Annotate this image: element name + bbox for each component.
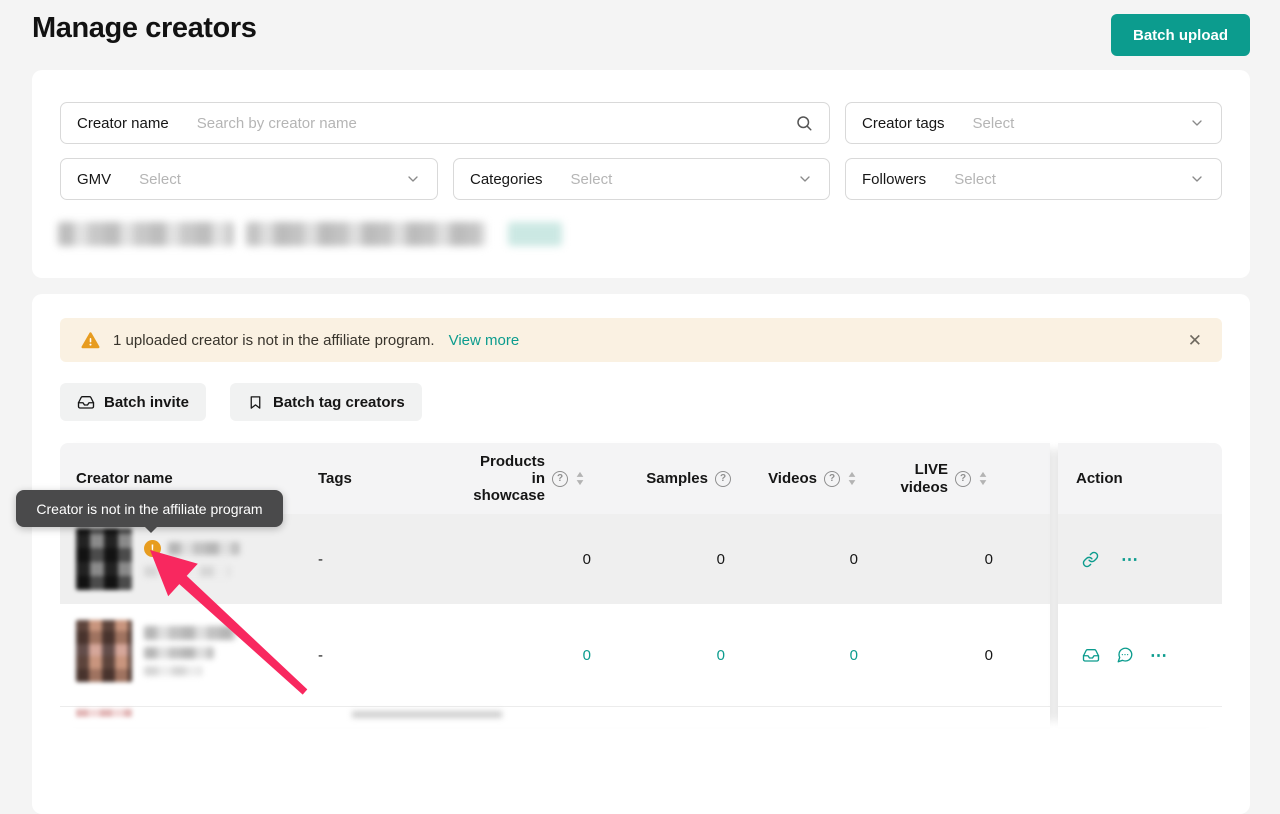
creator-tags-select[interactable]: Creator tags Select	[845, 102, 1222, 144]
redacted-creator-name	[144, 647, 214, 659]
invite-inbox-icon	[77, 393, 95, 411]
chevron-down-icon	[405, 171, 421, 187]
tooltip-text: Creator is not in the affiliate program	[36, 501, 262, 517]
redacted-creator-name	[144, 626, 236, 640]
close-icon[interactable]: ✕	[1188, 332, 1202, 349]
redacted-filter-chip	[246, 222, 486, 246]
not-in-affiliate-warning-icon[interactable]: !	[144, 540, 161, 557]
creators-table-card: 1 uploaded creator is not in the affilia…	[32, 294, 1250, 814]
categories-select[interactable]: Categories Select	[453, 158, 830, 200]
sort-icon[interactable]	[575, 470, 585, 487]
column-header-live-videos[interactable]: LIVE videos ?	[877, 461, 1050, 496]
categories-placeholder: Select	[571, 171, 613, 188]
filters-card: Creator name Creator tags Select GMV Sel…	[32, 70, 1250, 278]
copy-link-icon[interactable]	[1082, 551, 1099, 568]
videos-cell[interactable]: 0	[737, 647, 877, 664]
warning-banner: 1 uploaded creator is not in the affilia…	[60, 318, 1222, 362]
column-header-videos[interactable]: Videos ?	[737, 470, 877, 487]
tags-cell: -	[318, 551, 425, 568]
help-icon[interactable]: ?	[824, 471, 840, 487]
view-more-link[interactable]: View more	[449, 332, 520, 349]
avatar	[76, 620, 132, 682]
warning-triangle-icon	[80, 330, 101, 351]
redacted-creator-handle	[144, 566, 230, 577]
samples-cell[interactable]: 0	[595, 647, 737, 664]
table-row[interactable]: - 0 0 0 0	[60, 604, 1050, 707]
chevron-down-icon	[797, 171, 813, 187]
live-videos-cell: 0	[877, 551, 1050, 568]
action-cell: ⋯	[1058, 604, 1222, 707]
table-row-partial	[60, 707, 1050, 727]
banner-message: 1 uploaded creator is not in the affilia…	[113, 332, 435, 349]
redacted-creator-handle	[144, 666, 202, 676]
tags-cell: -	[318, 647, 425, 664]
creator-tags-placeholder: Select	[973, 115, 1015, 132]
batch-invite-button[interactable]: Batch invite	[60, 383, 206, 421]
sort-icon[interactable]	[978, 470, 988, 487]
column-header-creator-name: Creator name	[60, 470, 318, 487]
tooltip: Creator is not in the affiliate program	[16, 490, 283, 527]
videos-cell: 0	[737, 551, 877, 568]
sort-icon[interactable]	[847, 470, 857, 487]
creator-name-label: Creator name	[77, 115, 169, 132]
chevron-down-icon	[1189, 171, 1205, 187]
column-header-tags: Tags	[318, 470, 425, 487]
products-cell[interactable]: 0	[425, 647, 595, 664]
followers-placeholder: Select	[954, 171, 996, 188]
gmv-select[interactable]: GMV Select	[60, 158, 438, 200]
fixed-column-gap	[1050, 443, 1058, 727]
gmv-placeholder: Select	[139, 171, 181, 188]
help-icon[interactable]: ?	[552, 471, 568, 487]
column-header-samples[interactable]: Samples ?	[595, 470, 737, 487]
table-row[interactable]: ! - 0 0 0 0	[60, 514, 1050, 604]
avatar	[76, 709, 132, 717]
avatar	[76, 528, 132, 590]
batch-tag-creators-button[interactable]: Batch tag creators	[230, 383, 422, 421]
creator-tags-label: Creator tags	[862, 115, 945, 132]
followers-select[interactable]: Followers Select	[845, 158, 1222, 200]
help-icon[interactable]: ?	[955, 471, 971, 487]
action-cell: ⋯	[1058, 514, 1222, 604]
more-actions-icon[interactable]: ⋯	[1121, 551, 1139, 568]
redacted-filter-chip	[58, 222, 234, 246]
batch-upload-button[interactable]: Batch upload	[1111, 14, 1250, 56]
categories-label: Categories	[470, 171, 543, 188]
batch-invite-label: Batch invite	[104, 394, 189, 411]
action-column: Action ⋯ ⋯	[1058, 443, 1222, 727]
followers-label: Followers	[862, 171, 926, 188]
action-cell-partial	[1058, 707, 1222, 727]
column-header-products[interactable]: Products in showcase ?	[425, 453, 595, 505]
samples-cell: 0	[595, 551, 737, 568]
search-icon[interactable]	[795, 114, 813, 132]
invite-icon[interactable]	[1082, 646, 1100, 664]
table-scroll-area[interactable]: Creator name Tags Products in showcase ?…	[60, 443, 1050, 727]
creator-cell[interactable]	[60, 604, 318, 682]
column-header-action: Action	[1058, 443, 1222, 514]
bookmark-tag-icon	[247, 394, 264, 411]
batch-tag-label: Batch tag creators	[273, 394, 405, 411]
creator-name-input[interactable]	[197, 115, 767, 132]
redacted-creator-name	[352, 711, 502, 718]
products-cell: 0	[425, 551, 595, 568]
redacted-creator-name	[168, 542, 240, 555]
gmv-label: GMV	[77, 171, 111, 188]
help-icon[interactable]: ?	[715, 471, 731, 487]
redacted-filter-chip	[508, 222, 562, 246]
chevron-down-icon	[1189, 115, 1205, 131]
creator-name-search[interactable]: Creator name	[60, 102, 830, 144]
page-title: Manage creators	[32, 12, 257, 45]
creators-table: Creator name Tags Products in showcase ?…	[60, 443, 1222, 727]
more-actions-icon[interactable]: ⋯	[1150, 647, 1168, 664]
live-videos-cell: 0	[877, 647, 1050, 664]
chat-icon[interactable]	[1116, 646, 1134, 664]
